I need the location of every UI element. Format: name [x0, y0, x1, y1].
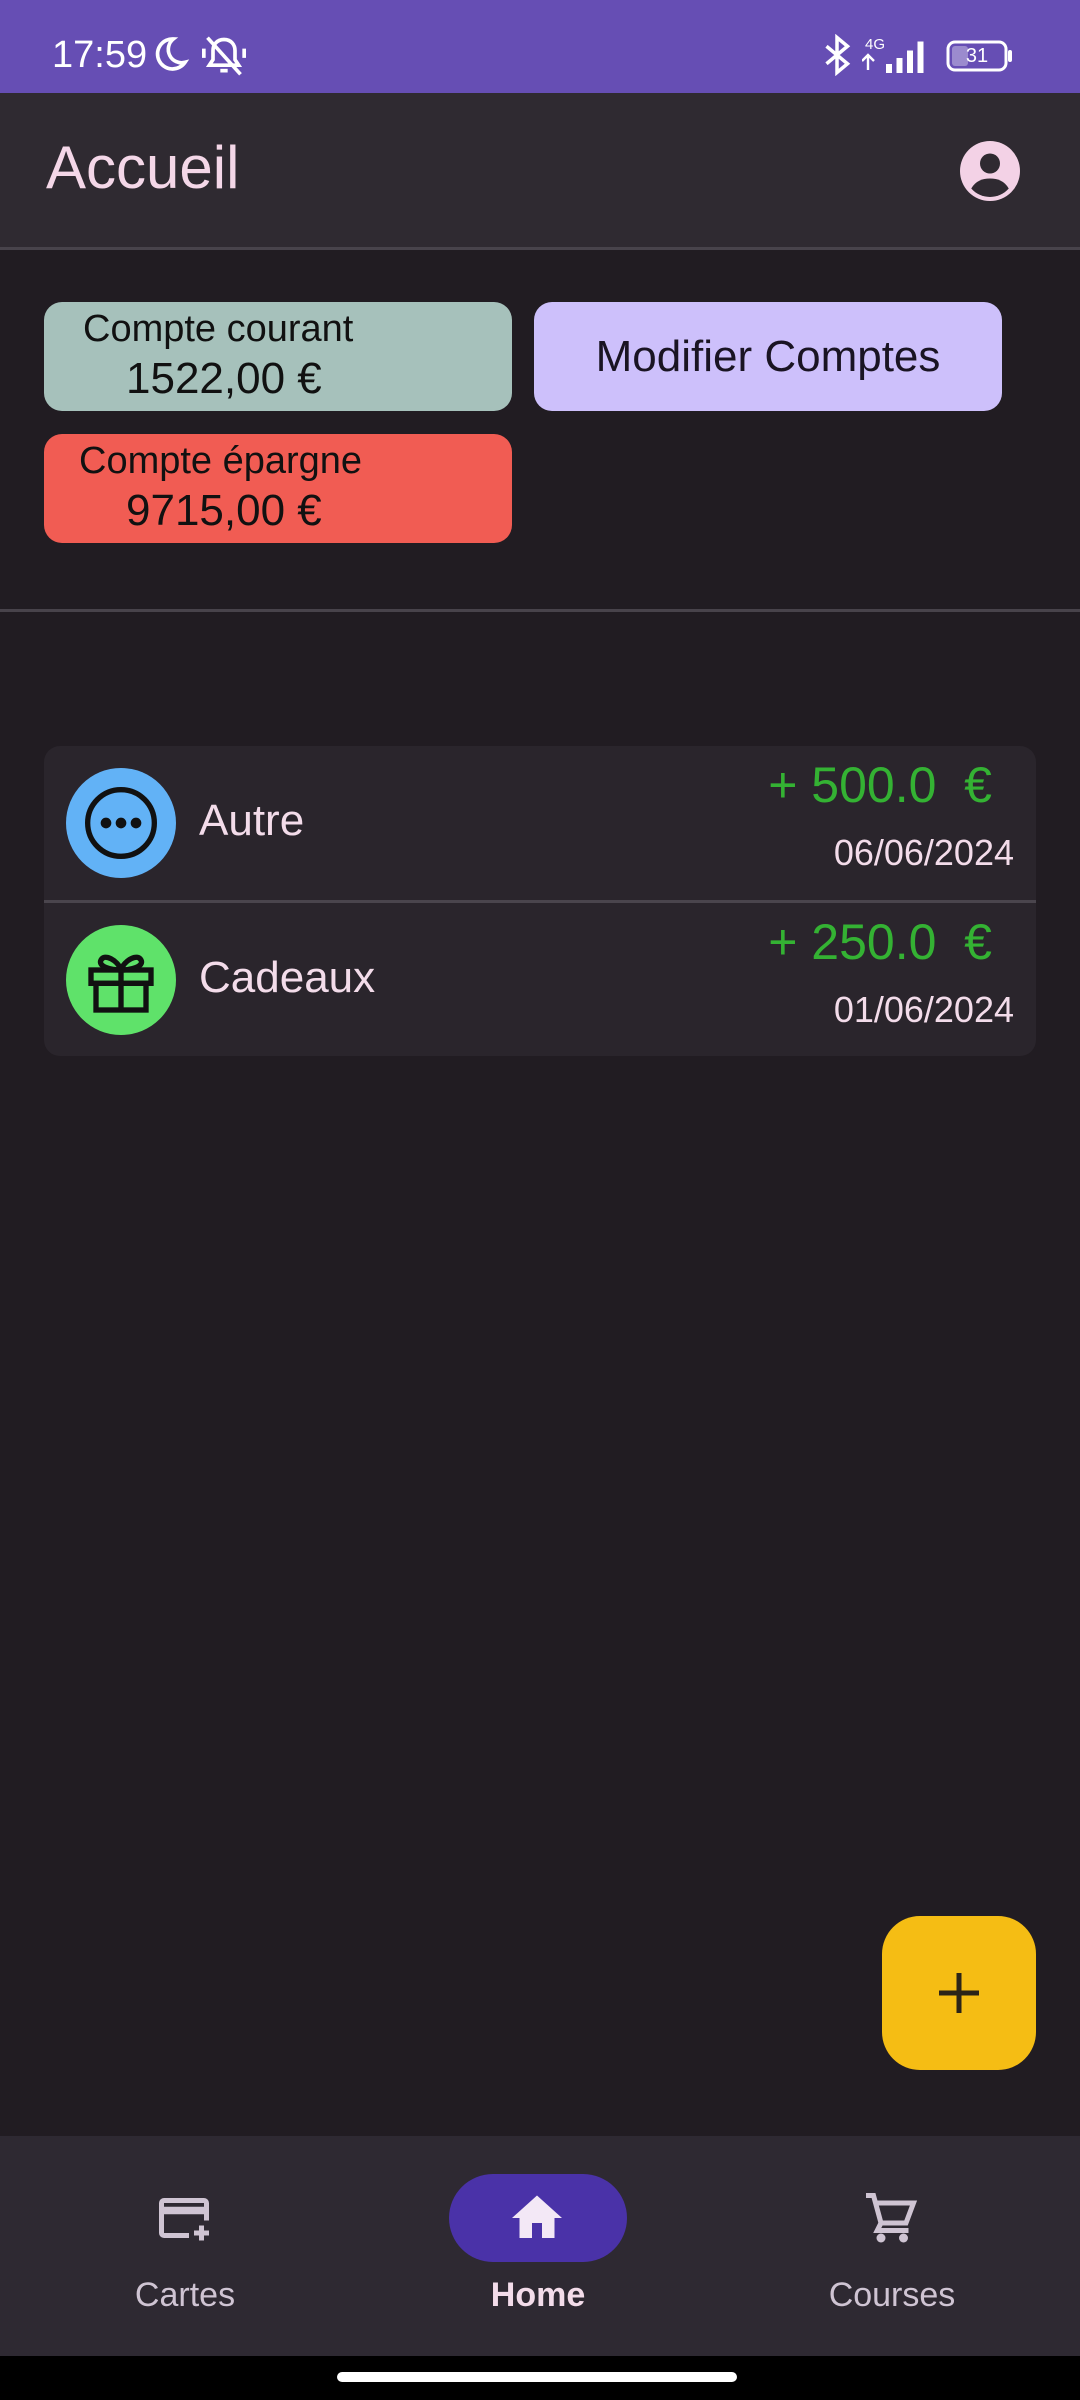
status-time: 17:59: [52, 34, 148, 76]
transaction-row[interactable]: Autre + 500.0 € 06/06/2024: [44, 746, 1036, 903]
edit-accounts-button[interactable]: Modifier Comptes: [534, 302, 1002, 411]
nav-label: Cartes: [134, 2276, 236, 2314]
bluetooth-icon: [825, 34, 851, 76]
nav-label: Courses: [828, 2276, 956, 2314]
add-transaction-button[interactable]: [882, 1916, 1036, 2070]
account-name: Compte courant: [83, 308, 354, 350]
gesture-area: [0, 2356, 1080, 2400]
nav-icon-container: [96, 2174, 274, 2262]
account-card-courant[interactable]: Compte courant 1522,00 €: [44, 302, 512, 411]
nav-icon-container: [449, 2174, 627, 2262]
gesture-handle[interactable]: [337, 2372, 737, 2382]
account-circle-icon[interactable]: [960, 141, 1020, 201]
moon-icon: [155, 37, 190, 71]
transaction-category: Autre: [199, 796, 305, 845]
nav-label: Home: [490, 2276, 586, 2314]
transaction-date: 06/06/2024: [833, 832, 1014, 873]
transaction-category: Cadeaux: [199, 953, 376, 1002]
bottom-navigation: Cartes Home Courses: [0, 2136, 1080, 2356]
nav-item-home[interactable]: Home: [449, 2136, 749, 2356]
nav-icon-container: [803, 2174, 981, 2262]
transaction-amount: + 250.0 €: [768, 914, 992, 970]
transaction-amount: + 500.0 €: [768, 757, 992, 813]
account-card-epargne[interactable]: Compte épargne 9715,00 €: [44, 434, 512, 543]
account-name: Compte épargne: [79, 440, 363, 482]
svg-text:4G: 4G: [865, 36, 885, 53]
screen: 17:59 4G 31 Accueil Compte courant 1522,…: [0, 0, 1080, 2400]
category-avatar: [66, 925, 176, 1035]
home-icon: [512, 2195, 562, 2238]
transaction-list: Autre + 500.0 € 06/06/2024 Cadeaux + 250…: [44, 746, 1036, 1056]
transaction-date: 01/06/2024: [833, 989, 1014, 1030]
signal-icon: 4G: [862, 36, 924, 73]
account-balance: 9715,00 €: [126, 486, 322, 535]
page-title: Accueil: [46, 134, 240, 201]
shopping-cart-icon: [866, 2193, 918, 2243]
status-bar: 17:59 4G 31: [0, 0, 1080, 93]
add-card-icon: [159, 2198, 209, 2241]
transaction-row[interactable]: Cadeaux + 250.0 € 01/06/2024: [44, 903, 1036, 1056]
account-balance: 1522,00 €: [126, 354, 322, 403]
nav-item-cartes[interactable]: Cartes: [96, 2136, 396, 2356]
gift-icon: [88, 954, 154, 1013]
nav-item-courses[interactable]: Courses: [803, 2136, 1080, 2356]
divider: [0, 609, 1080, 612]
plus-icon: [939, 1973, 979, 2013]
silent-icon: [202, 36, 246, 76]
battery-level: 31: [965, 45, 989, 67]
category-avatar: [66, 768, 176, 878]
more-horizontal-icon: [85, 787, 157, 859]
app-bar: Accueil: [0, 93, 1080, 250]
